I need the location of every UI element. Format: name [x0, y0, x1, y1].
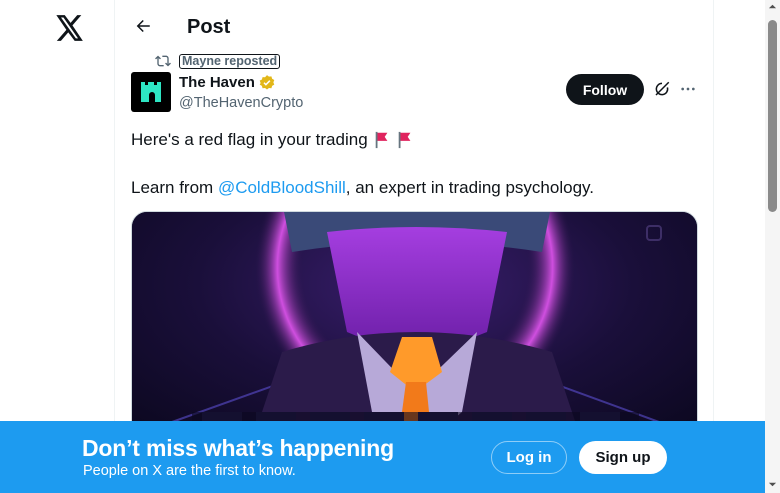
banner-subtext: People on X are the first to know.: [83, 463, 296, 479]
tweet-text: Here's a red flag in your trading: [131, 130, 368, 149]
more-icon: [681, 87, 695, 91]
signup-banner: Don’t miss what’s happening People on X …: [0, 421, 765, 493]
scrollbar[interactable]: [765, 0, 780, 493]
x-logo-icon[interactable]: [52, 10, 88, 46]
red-flag-emoji: [375, 131, 388, 149]
login-button[interactable]: Log in: [491, 441, 567, 474]
follow-button[interactable]: Follow: [566, 74, 644, 105]
back-button[interactable]: [127, 10, 159, 42]
arrow-left-icon: [136, 20, 150, 32]
signup-button[interactable]: Sign up: [579, 441, 667, 474]
x-post-page: Post Mayne reposted The Haven @TheHavenC…: [0, 0, 780, 493]
page-title: Post: [187, 16, 231, 38]
author-name[interactable]: The Haven: [179, 74, 255, 92]
reposter-link[interactable]: Mayne reposted: [179, 53, 281, 69]
mention-link[interactable]: @ColdBloodShill: [218, 178, 346, 197]
main-column: Post Mayne reposted The Haven @TheHavenC…: [114, 0, 714, 493]
tweet-text-line-1: Here's a red flag in your trading: [131, 129, 414, 151]
page-header: Post: [115, 0, 715, 53]
tweet-text-prefix: Learn from: [131, 178, 218, 197]
scroll-thumb[interactable]: [768, 20, 777, 212]
haven-logo-icon: [141, 82, 161, 102]
scroll-down-arrow-icon[interactable]: [768, 480, 777, 489]
banner-heading: Don’t miss what’s happening: [82, 435, 394, 461]
avatar[interactable]: [131, 72, 171, 112]
red-flag-emoji: [398, 131, 411, 149]
author-name-row: The Haven: [179, 74, 276, 92]
scroll-up-arrow-icon[interactable]: [768, 2, 777, 11]
tweet-text-suffix: , an expert in trading psychology.: [345, 178, 594, 197]
repost-icon: [155, 55, 171, 67]
verified-badge-icon[interactable]: [258, 74, 276, 92]
left-rail: [0, 0, 114, 493]
grok-button[interactable]: [651, 78, 673, 100]
tweet-text-line-2: Learn from @ColdBloodShill, an expert in…: [131, 177, 594, 199]
grok-icon: [655, 81, 670, 96]
more-options-button[interactable]: [677, 78, 699, 100]
repost-context: Mayne reposted: [155, 53, 281, 69]
author-handle[interactable]: @TheHavenCrypto: [179, 94, 303, 112]
